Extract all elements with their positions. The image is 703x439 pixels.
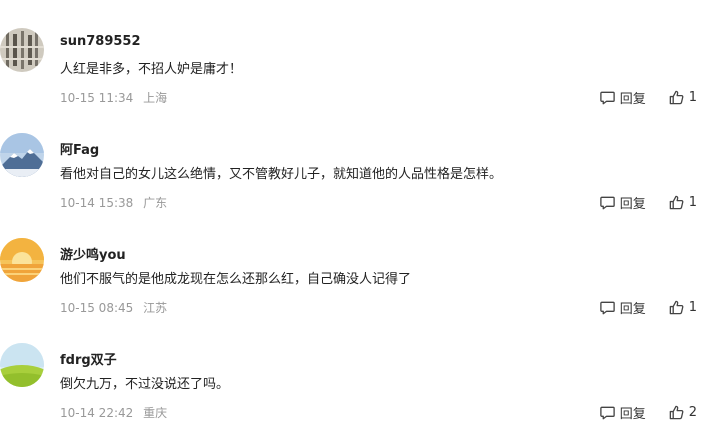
sunset-avatar-image [0, 238, 44, 282]
reply-label: 回复 [619, 406, 646, 422]
chat-bubble-icon [599, 91, 615, 104]
thumbs-up-icon [669, 195, 684, 209]
comment-actions: 回复 1 [599, 298, 697, 317]
chat-bubble-icon [599, 406, 615, 419]
like-button[interactable]: 1 [668, 299, 697, 316]
comment-text: 看他对自己的女儿这么绝情，又不管教好儿子，就知道他的人品性格是怎样。 [60, 167, 503, 182]
comment-actions: 回复 1 [599, 88, 697, 107]
username[interactable]: 游少鸣you [60, 244, 126, 263]
thumbs-up-icon [669, 405, 684, 419]
like-count: 1 [688, 194, 697, 210]
comment-text: 倒欠九万，不过没说还了吗。 [60, 377, 230, 392]
comment-meta: 10-15 11:34 上海 [60, 89, 167, 106]
calligraphy-avatar-image [0, 28, 44, 72]
comment-location: 上海 [143, 91, 168, 105]
comment-item: 阿Fag 看他对自己的女儿这么绝情，又不管教好儿子，就知道他的人品性格是怎样。 … [0, 133, 703, 238]
chat-bubble-icon [599, 196, 615, 209]
reply-label: 回复 [619, 301, 646, 317]
comment-time: 10-15 11:34 [60, 91, 134, 105]
comment-text: 他们不服气的是他成龙现在怎么还那么红，自己确没人记得了 [60, 272, 412, 287]
like-count: 2 [688, 404, 697, 420]
avatar[interactable] [0, 133, 44, 177]
comment-text: 人红是非多，不招人妒是庸才！ [60, 62, 243, 77]
reply-label: 回复 [619, 196, 646, 212]
thumbs-up-icon [669, 90, 684, 104]
reply-button[interactable]: 回复 [599, 88, 646, 107]
like-button[interactable]: 1 [668, 89, 697, 106]
like-count: 1 [688, 89, 697, 105]
comment-location: 江苏 [143, 301, 168, 315]
comment-location: 重庆 [143, 406, 168, 420]
comment-meta: 10-14 22:42 重庆 [60, 404, 167, 421]
like-button[interactable]: 1 [668, 194, 697, 211]
comment-item: 游少鸣you 他们不服气的是他成龙现在怎么还那么红，自己确没人记得了 10-15… [0, 238, 703, 343]
avatar[interactable] [0, 28, 44, 72]
comment-actions: 回复 1 [599, 193, 697, 212]
username[interactable]: fdrg双子 [60, 349, 117, 368]
avatar[interactable] [0, 238, 44, 282]
thumbs-up-icon [669, 300, 684, 314]
comment-meta: 10-15 08:45 江苏 [60, 299, 167, 316]
username[interactable]: 阿Fag [60, 139, 99, 158]
comment-item: fdrg双子 倒欠九万，不过没说还了吗。 10-14 22:42 重庆 回复 2 [0, 343, 703, 439]
like-button[interactable]: 2 [668, 404, 697, 421]
chat-bubble-icon [599, 301, 615, 314]
comment-meta: 10-14 15:38 广东 [60, 194, 167, 211]
reply-button[interactable]: 回复 [599, 193, 646, 212]
comment-actions: 回复 2 [599, 403, 697, 422]
comment-list: sun789552 人红是非多，不招人妒是庸才！ 10-15 11:34 上海 … [0, 0, 703, 439]
comment-item: sun789552 人红是非多，不招人妒是庸才！ 10-15 11:34 上海 … [0, 28, 703, 133]
reply-label: 回复 [619, 91, 646, 107]
reply-button[interactable]: 回复 [599, 403, 646, 422]
snow-mountain-avatar-image [0, 133, 44, 177]
comment-time: 10-15 08:45 [60, 301, 134, 315]
comment-location: 广东 [143, 196, 168, 210]
reply-button[interactable]: 回复 [599, 298, 646, 317]
comment-time: 10-14 15:38 [60, 196, 134, 210]
username[interactable]: sun789552 [60, 34, 141, 49]
avatar[interactable] [0, 343, 44, 387]
like-count: 1 [688, 299, 697, 315]
comment-time: 10-14 22:42 [60, 406, 134, 420]
green-field-avatar-image [0, 343, 44, 387]
